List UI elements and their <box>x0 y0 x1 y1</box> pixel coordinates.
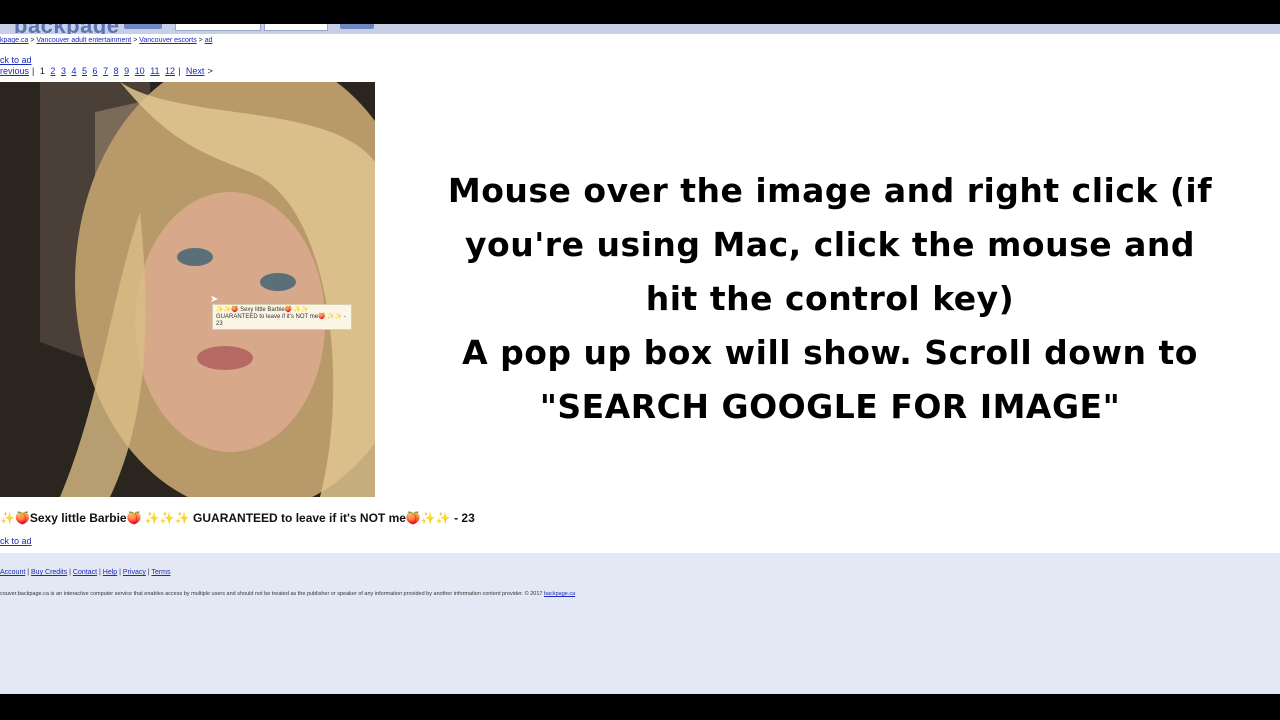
breadcrumb-ad[interactable]: ad <box>205 37 213 44</box>
footer-link-help[interactable]: Help <box>103 569 117 576</box>
pager-next[interactable]: Next <box>186 66 205 76</box>
instruction-line: "SEARCH GOOGLE FOR IMAGE" <box>539 387 1121 426</box>
instruction-line: A pop up box will show. Scroll down to <box>462 333 1198 372</box>
footer-link-contact[interactable]: Contact <box>73 569 97 576</box>
pager-page[interactable]: 6 <box>93 66 98 76</box>
header-go-button[interactable] <box>340 24 374 29</box>
site-footer: Account | Buy Credits | Contact | Help |… <box>0 553 1280 694</box>
header-button[interactable] <box>124 24 162 29</box>
header-search-input[interactable] <box>175 24 261 31</box>
pager-page[interactable]: 4 <box>71 66 76 76</box>
breadcrumb: kpage.ca > Vancouver adult entertainment… <box>0 37 213 44</box>
tooltip-line: 23 <box>216 321 223 327</box>
pager-page[interactable]: 9 <box>124 66 129 76</box>
back-to-ad-link-bottom[interactable]: ck to ad <box>0 536 32 546</box>
image-tooltip: ✨✨🍑 Sexy little Barbie🍑 ✨✨ GUARANTEED to… <box>212 304 352 330</box>
pager-current: 1 <box>39 66 45 76</box>
breadcrumb-escorts[interactable]: Vancouver escorts <box>139 37 196 44</box>
breadcrumb-home[interactable]: kpage.ca <box>0 37 28 44</box>
header-location-input[interactable] <box>264 24 328 31</box>
instruction-line: you're using Mac, click the mouse and <box>465 225 1195 264</box>
pager-page[interactable]: 5 <box>82 66 87 76</box>
ad-photo[interactable]: ➤ ✨✨🍑 Sexy little Barbie🍑 ✨✨ GUARANTEED … <box>0 82 375 497</box>
breadcrumb-separator: > <box>198 37 203 44</box>
breadcrumb-separator: > <box>30 37 35 44</box>
breadcrumb-adult-entertainment[interactable]: Vancouver adult entertainment <box>36 37 131 44</box>
breadcrumb-separator: > <box>133 37 138 44</box>
footer-link-account[interactable]: Account <box>0 569 25 576</box>
pager-page[interactable]: 7 <box>103 66 108 76</box>
footer-link-privacy[interactable]: Privacy <box>123 569 146 576</box>
pager-previous[interactable]: revious <box>0 66 29 76</box>
instruction-line: Mouse over the image and right click (if <box>447 171 1213 210</box>
instruction-line: hit the control key) <box>645 279 1015 318</box>
tooltip-line: ✨✨🍑 Sexy little Barbie🍑 ✨✨ <box>216 307 309 313</box>
site-header: backpage <box>0 24 1280 34</box>
pager-page[interactable]: 3 <box>61 66 66 76</box>
ad-title: ✨🍑Sexy little Barbie🍑 ✨✨✨ GUARANTEED to … <box>0 511 475 525</box>
back-to-ad-link-top[interactable]: ck to ad <box>0 55 32 65</box>
instruction-overlay: Mouse over the image and right click (if… <box>430 164 1230 434</box>
pager-page[interactable]: 10 <box>135 66 145 76</box>
footer-links: Account | Buy Credits | Contact | Help |… <box>0 569 171 576</box>
pager-page[interactable]: 11 <box>150 66 159 76</box>
pager-page[interactable]: 8 <box>114 66 119 76</box>
footer-link-buy-credits[interactable]: Buy Credits <box>31 569 67 576</box>
legal-text: couver.backpage.ca is an interactive com… <box>0 591 543 597</box>
footer-legal-link[interactable]: backpage.ca <box>544 591 575 597</box>
footer-link-terms[interactable]: Terms <box>151 569 170 576</box>
pager-page[interactable]: 12 <box>165 66 175 76</box>
footer-legal-text: couver.backpage.ca is an interactive com… <box>0 591 575 597</box>
tooltip-line: GUARANTEED to leave if it's NOT me🍑 ✨✨ - <box>216 314 346 320</box>
pager-page[interactable]: 2 <box>50 66 55 76</box>
browser-page: backpage kpage.ca > Vancouver adult ente… <box>0 24 1280 694</box>
site-logo[interactable]: backpage <box>14 24 120 34</box>
ad-photo-illustration <box>0 82 375 497</box>
image-pager: revious | 1 2 3 4 5 6 7 8 9 10 11 12 | Nex… <box>0 66 213 76</box>
